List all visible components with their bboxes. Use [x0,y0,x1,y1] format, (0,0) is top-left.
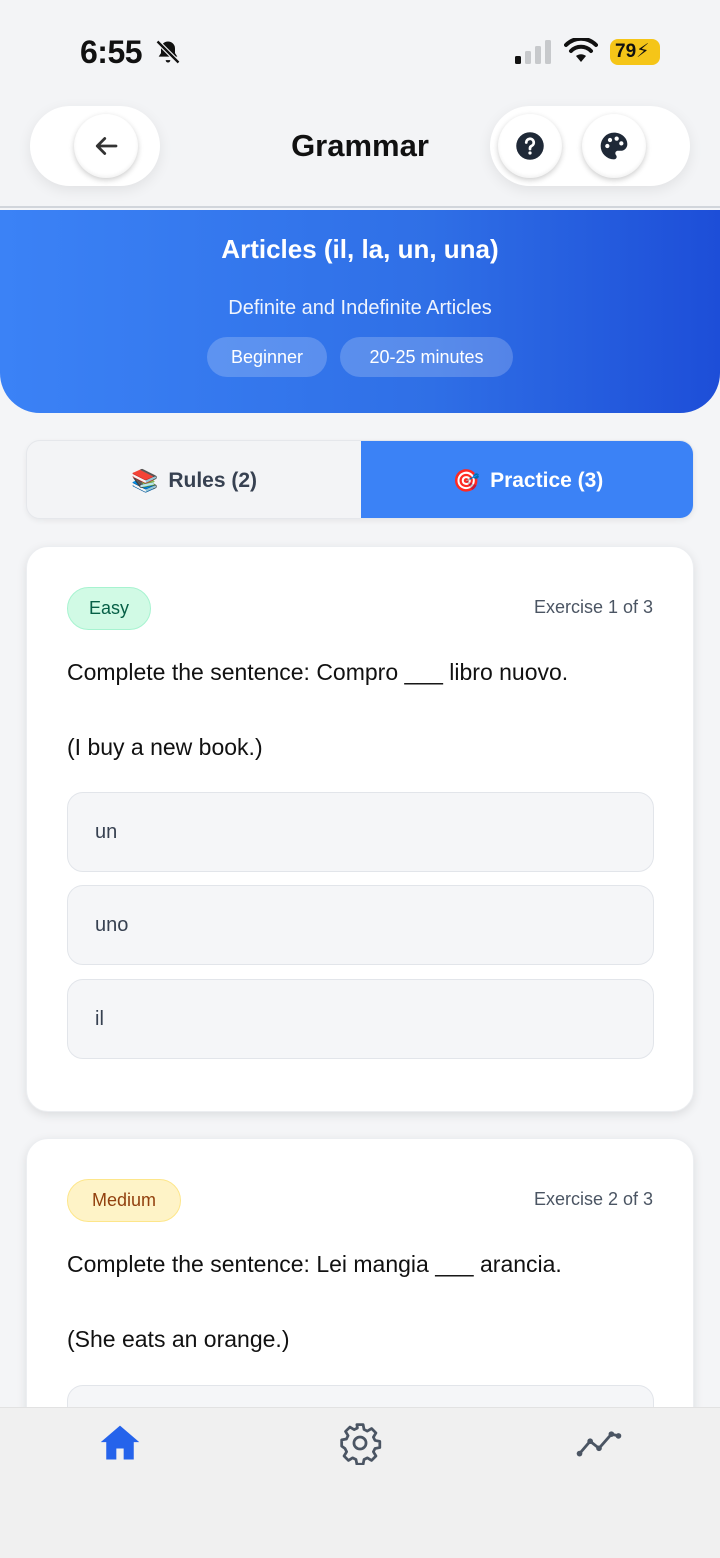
help-button[interactable] [498,114,562,178]
lesson-tabs: 📚 Rules (2) 🎯 Practice (3) [26,440,694,519]
difficulty-badge: Medium [67,1179,181,1222]
nav-settings[interactable] [335,1418,385,1468]
duration-chip: 20-25 minutes [340,337,513,377]
header-right-group [490,106,690,186]
charging-bolt-icon: ⚡ [636,41,650,62]
answer-option[interactable]: il [67,979,654,1059]
exercise-translation: (She eats an orange.) [67,1326,290,1352]
exercise-card: Easy Exercise 1 of 3 Complete the senten… [26,546,694,1112]
question-circle-icon [516,132,544,160]
difficulty-badge: Easy [67,587,151,630]
tab-rules[interactable]: 📚 Rules (2) [27,441,361,518]
status-bar: 6:55 79⚡ [0,0,720,100]
wifi-icon [564,38,598,62]
chart-line-icon [576,1431,622,1457]
status-time: 6:55 [80,34,143,70]
battery-indicator: 79⚡ [610,39,660,65]
theme-button[interactable] [582,114,646,178]
exercise-question: Complete the sentence: Compro ___ libro … [67,659,569,685]
home-icon [100,1425,140,1460]
exercise-card: Medium Exercise 2 of 3 Complete the sent… [26,1138,694,1465]
target-icon: 🎯 [452,467,481,493]
bell-muted-icon [155,39,181,65]
tab-practice[interactable]: 🎯 Practice (3) [361,441,693,518]
nav-stats[interactable] [574,1418,624,1468]
answer-option[interactable]: un [67,792,654,872]
lesson-title: Articles (il, la, un, una) [221,234,499,264]
lesson-subtitle: Definite and Indefinite Articles [228,297,492,319]
answer-option[interactable]: uno [67,885,654,965]
exercise-question: Complete the sentence: Lei mangia ___ ar… [67,1251,562,1277]
palette-icon [600,132,628,160]
exercise-counter: Exercise 1 of 3 [533,597,653,617]
gear-icon [340,1423,382,1465]
tab-rules-label: Rules (2) [168,468,258,492]
exercise-counter: Exercise 2 of 3 [533,1189,653,1209]
tab-practice-label: Practice (3) [490,468,604,492]
books-icon: 📚 [130,467,159,493]
exercise-translation: (I buy a new book.) [67,734,263,760]
nav-home[interactable] [95,1418,145,1468]
battery-level: 79 [615,41,637,62]
app-header: Grammar [0,88,720,208]
lesson-hero: Articles (il, la, un, una) Definite and … [0,210,720,413]
signal-icon [515,40,551,64]
level-chip: Beginner [207,337,327,377]
bottom-nav [0,1407,720,1558]
